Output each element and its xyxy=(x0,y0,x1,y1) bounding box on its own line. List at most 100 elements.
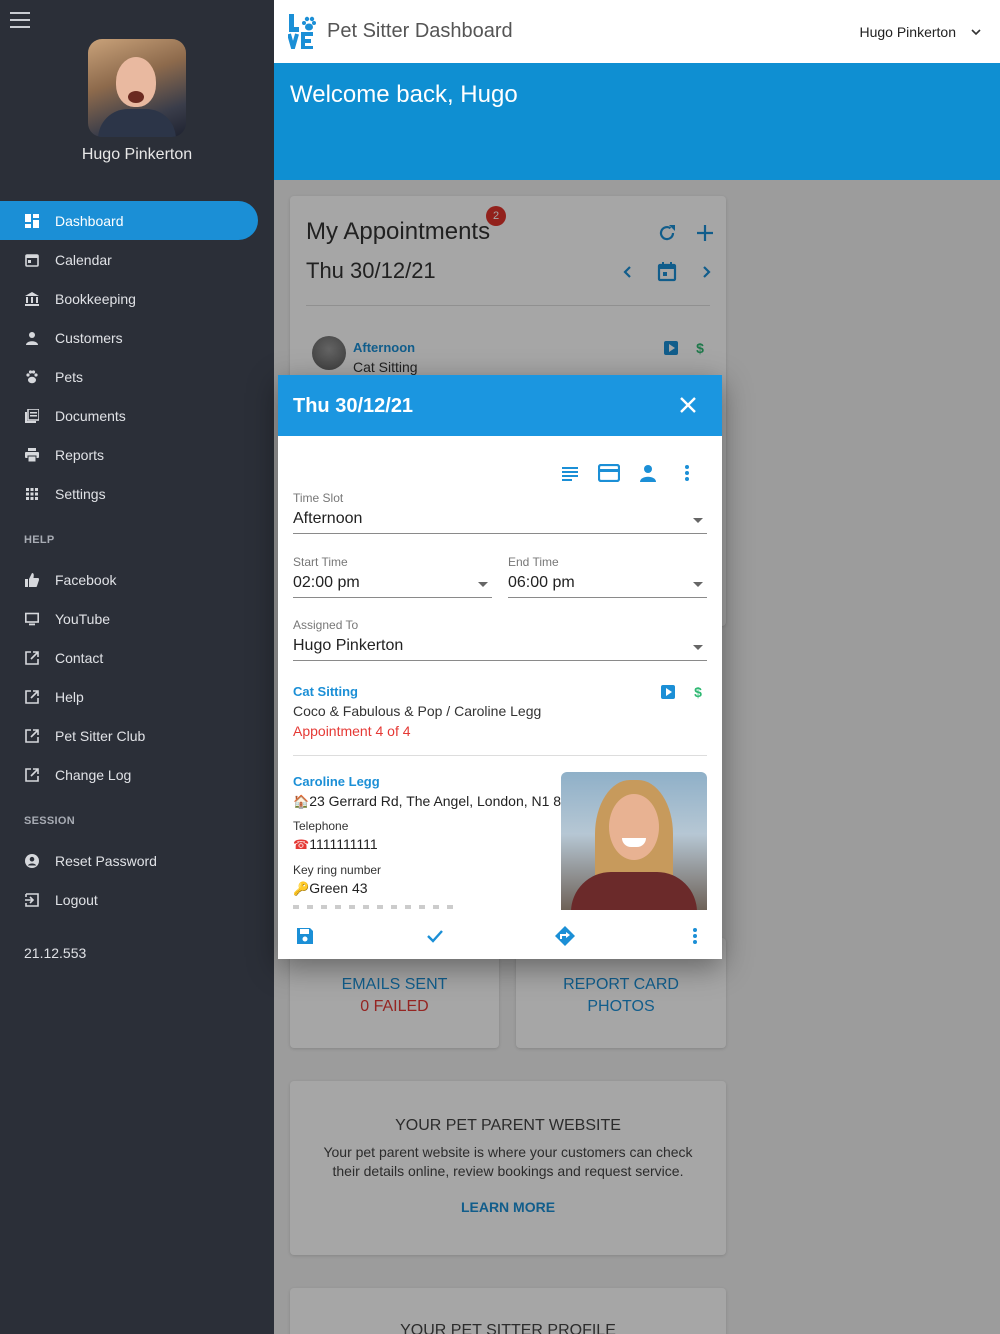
session-section-title: SESSION xyxy=(24,815,76,827)
menu-icon[interactable] xyxy=(10,12,30,28)
time-slot-label: Time Slot xyxy=(293,491,344,505)
sidebar-item-change-log[interactable]: Change Log xyxy=(0,755,258,794)
sidebar-item-label: Facebook xyxy=(55,571,117,588)
sidebar-item-label: Logout xyxy=(55,891,98,908)
external-link-icon xyxy=(24,728,40,744)
sidebar-item-help[interactable]: Help xyxy=(0,677,258,716)
more-vertical-icon[interactable] xyxy=(683,924,707,948)
sidebar: Hugo Pinkerton Dashboard Calendar Bookke… xyxy=(0,0,274,1334)
documents-icon xyxy=(24,408,40,424)
sidebar-item-customers[interactable]: Customers xyxy=(0,318,258,357)
app-title: Pet Sitter Dashboard xyxy=(327,20,513,42)
sidebar-item-label: Calendar xyxy=(55,251,112,268)
dropdown-arrow-icon xyxy=(693,645,703,650)
sidebar-item-label: Change Log xyxy=(55,766,132,783)
printer-icon xyxy=(24,447,40,463)
monitor-icon xyxy=(24,611,40,627)
time-slot-select[interactable]: Afternoon xyxy=(293,510,707,534)
sidebar-item-pet-sitter-club[interactable]: Pet Sitter Club xyxy=(0,716,258,755)
dropdown-arrow-icon xyxy=(693,582,703,587)
customer-name[interactable]: Caroline Legg xyxy=(293,774,380,789)
start-time-select[interactable]: 02:00 pm xyxy=(293,574,492,598)
external-link-icon xyxy=(24,689,40,705)
sidebar-item-label: Documents xyxy=(55,407,126,424)
avatar[interactable] xyxy=(88,39,186,137)
thumbs-up-icon xyxy=(24,572,40,588)
sidebar-item-label: Bookkeeping xyxy=(55,290,136,307)
sidebar-item-label: Pets xyxy=(55,368,84,385)
sidebar-user-name: Hugo Pinkerton xyxy=(81,146,193,163)
sidebar-item-label: Customers xyxy=(55,329,123,346)
play-icon[interactable] xyxy=(656,680,680,704)
dollar-icon[interactable]: $ xyxy=(686,680,710,704)
sidebar-item-logout[interactable]: Logout xyxy=(0,880,258,919)
sidebar-item-dashboard[interactable]: Dashboard xyxy=(0,201,258,240)
external-link-icon xyxy=(24,650,40,666)
sidebar-item-label: Reports xyxy=(55,446,105,463)
external-link-icon xyxy=(24,767,40,783)
sidebar-item-pets[interactable]: Pets xyxy=(0,357,258,396)
more-vertical-icon[interactable] xyxy=(675,461,699,485)
logout-icon xyxy=(24,892,40,908)
credit-card-icon[interactable] xyxy=(597,461,621,485)
dropdown-arrow-icon xyxy=(478,582,488,587)
truncated-text xyxy=(293,905,453,909)
sidebar-item-settings[interactable]: Settings xyxy=(0,474,258,513)
start-time-label: Start Time xyxy=(293,555,348,569)
sidebar-item-calendar[interactable]: Calendar xyxy=(0,240,258,279)
customer-photo xyxy=(561,772,707,910)
customer-address: 🏠23 Gerrard Rd, The Angel, London, N1 8A… xyxy=(293,793,579,809)
check-icon[interactable] xyxy=(423,924,447,948)
sidebar-item-reports[interactable]: Reports xyxy=(0,435,258,474)
sidebar-item-label: Settings xyxy=(55,485,106,502)
person-icon[interactable] xyxy=(636,461,660,485)
calendar-icon xyxy=(24,252,40,268)
sidebar-item-documents[interactable]: Documents xyxy=(0,396,258,435)
service-pets: Coco & Fabulous & Pop / Caroline Legg xyxy=(293,703,542,719)
assigned-to-value: Hugo Pinkerton xyxy=(293,637,404,654)
sidebar-item-label: YouTube xyxy=(55,610,111,627)
sidebar-item-reset-password[interactable]: Reset Password xyxy=(0,841,258,880)
bank-icon xyxy=(24,291,40,307)
customer-telephone[interactable]: ☎1111111111 xyxy=(293,836,378,853)
directions-icon[interactable] xyxy=(553,924,577,948)
customer-key-ring: 🔑Green 43 xyxy=(293,880,368,896)
sidebar-item-contact[interactable]: Contact xyxy=(0,638,258,677)
notes-icon[interactable] xyxy=(558,461,582,485)
user-menu[interactable]: Hugo Pinkerton xyxy=(859,24,956,40)
app-version: 21.12.553 xyxy=(24,945,87,961)
sidebar-item-facebook[interactable]: Facebook xyxy=(0,560,258,599)
sidebar-item-youtube[interactable]: YouTube xyxy=(0,599,258,638)
appointment-count: Appointment 4 of 4 xyxy=(293,723,411,739)
love-logo-icon xyxy=(288,14,316,49)
divider xyxy=(293,755,707,756)
dropdown-arrow-icon xyxy=(693,518,703,523)
sidebar-item-label: Reset Password xyxy=(55,852,157,869)
sidebar-item-label: Pet Sitter Club xyxy=(55,727,146,744)
chevron-down-icon[interactable] xyxy=(970,26,982,38)
dashboard-icon xyxy=(24,213,40,229)
help-section-title: HELP xyxy=(24,534,55,546)
telephone-label: Telephone xyxy=(293,819,349,833)
end-time-value: 06:00 pm xyxy=(508,574,575,591)
top-bar: Pet Sitter Dashboard Hugo Pinkerton xyxy=(274,0,1000,63)
assigned-to-select[interactable]: Hugo Pinkerton xyxy=(293,637,707,661)
service-title[interactable]: Cat Sitting xyxy=(293,684,358,699)
account-circle-icon xyxy=(24,853,40,869)
sidebar-item-bookkeeping[interactable]: Bookkeeping xyxy=(0,279,258,318)
welcome-banner: Welcome back, Hugo xyxy=(274,63,1000,180)
close-icon[interactable] xyxy=(676,393,700,417)
person-icon xyxy=(24,330,40,346)
telephone-icon: ☎ xyxy=(293,837,310,852)
sidebar-item-label: Contact xyxy=(55,649,104,666)
house-icon: 🏠 xyxy=(293,794,310,809)
start-time-value: 02:00 pm xyxy=(293,574,360,591)
dialog-footer xyxy=(278,913,722,959)
grid-icon xyxy=(24,486,40,502)
key-icon: 🔑 xyxy=(293,881,310,896)
time-slot-value: Afternoon xyxy=(293,510,363,527)
end-time-select[interactable]: 06:00 pm xyxy=(508,574,707,598)
sidebar-item-label: Dashboard xyxy=(55,212,124,229)
save-icon[interactable] xyxy=(293,924,317,948)
assigned-to-label: Assigned To xyxy=(293,618,359,632)
